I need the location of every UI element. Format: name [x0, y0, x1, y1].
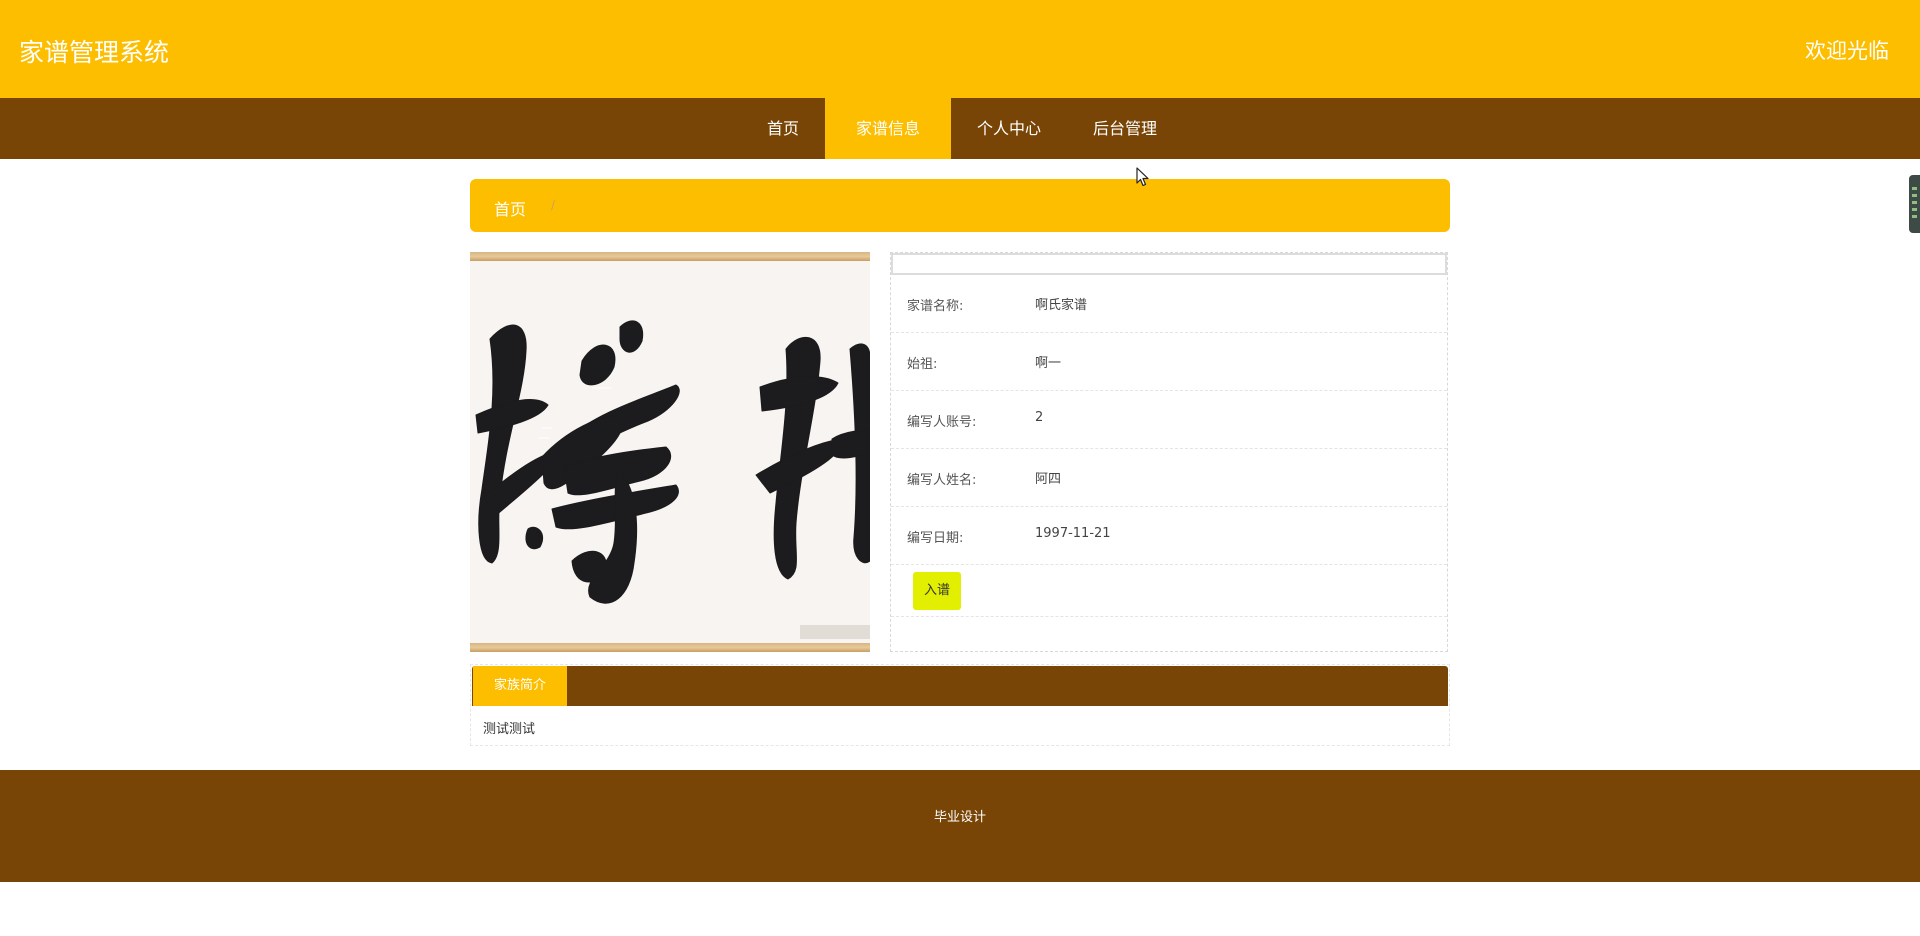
- welcome-text: 欢迎光临: [1805, 39, 1889, 63]
- nav-item-home[interactable]: 首页: [741, 98, 825, 159]
- detail-row-ancestor: 始祖: 啊一: [891, 333, 1447, 391]
- field-value: 啊一: [1035, 356, 1062, 371]
- scroll-rod-bottom: [470, 643, 870, 652]
- scroll-rod-top: [470, 252, 870, 261]
- field-label: 始祖:: [907, 357, 938, 372]
- field-label: 编写日期:: [907, 531, 964, 546]
- field-value: 2: [1035, 410, 1044, 425]
- calligraphy-artwork: [470, 261, 870, 643]
- field-value: 啊氏家谱: [1035, 298, 1088, 313]
- detail-card-header: [891, 253, 1447, 275]
- nav-item-genealogy[interactable]: 家谱信息: [824, 98, 951, 159]
- detail-row-date: 编写日期: 1997-11-21: [891, 507, 1447, 565]
- field-label: 编写人姓名:: [907, 473, 977, 488]
- mouse-pointer-icon: [1136, 167, 1149, 187]
- site-title: 家谱管理系统: [19, 38, 170, 67]
- genealogy-cover-image: [470, 252, 870, 652]
- field-value: 阿四: [1035, 472, 1062, 487]
- genealogy-detail-card: 家谱名称: 啊氏家谱 始祖: 啊一 编写人账号: 2 编写人姓名: 阿四 编写日…: [890, 252, 1448, 652]
- family-intro-text: 测试测试: [483, 722, 536, 737]
- detail-row-actions: 入谱: [891, 565, 1447, 617]
- side-toolbar-icon[interactable]: [1909, 175, 1920, 233]
- main-nav: 首页 家谱信息 个人中心 后台管理: [0, 98, 1920, 159]
- tab-family-intro[interactable]: 家族简介: [473, 666, 567, 706]
- intro-tab-bar: 家族简介: [472, 666, 1448, 706]
- footer-text: 毕业设计: [933, 810, 986, 825]
- nav-item-admin[interactable]: 后台管理: [1067, 98, 1183, 159]
- join-genealogy-button[interactable]: 入谱: [913, 572, 961, 610]
- breadcrumb-home-link[interactable]: 首页: [494, 196, 526, 220]
- nav-item-profile[interactable]: 个人中心: [951, 98, 1067, 159]
- breadcrumb-separator: /: [551, 198, 556, 212]
- field-label: 家谱名称:: [907, 299, 964, 314]
- field-label: 编写人账号:: [907, 415, 977, 430]
- detail-row-author-account: 编写人账号: 2: [891, 391, 1447, 449]
- detail-row-name: 家谱名称: 啊氏家谱: [891, 275, 1447, 333]
- footer: 毕业设计: [0, 770, 1920, 882]
- breadcrumb: 首页 /: [470, 179, 1450, 232]
- detail-row-author-name: 编写人姓名: 阿四: [891, 449, 1447, 507]
- top-header: 家谱管理系统 欢迎光临: [0, 0, 1920, 98]
- field-value: 1997-11-21: [1035, 526, 1111, 541]
- family-intro-panel: 家族简介 测试测试: [470, 664, 1450, 746]
